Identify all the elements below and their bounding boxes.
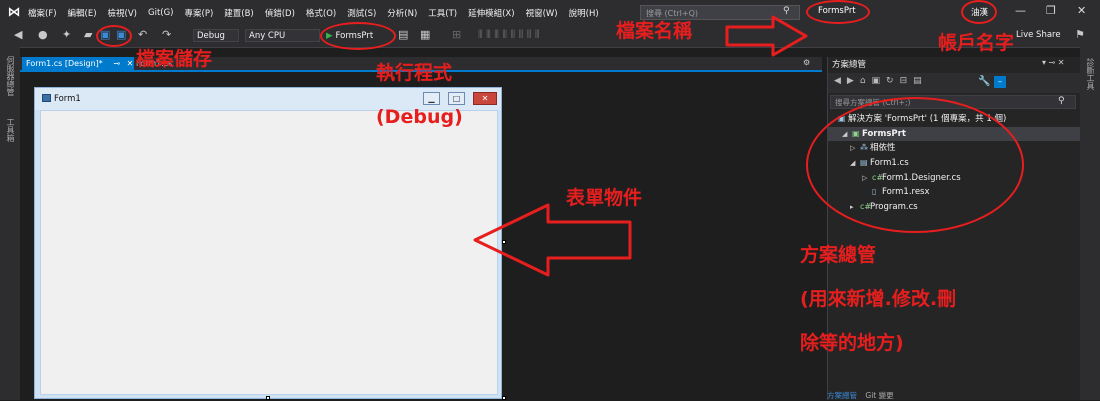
annotation-account: 帳戶名字 [938, 32, 1015, 54]
annotation-form-object: 表單物件 [566, 187, 643, 209]
arrow-to-form [473, 203, 632, 277]
annotation-explorer-desc2: 除等的地方) [800, 332, 904, 354]
annotation-filename: 檔案名稱 [616, 20, 693, 42]
annotation-explorer-title: 方案總管 [800, 244, 877, 266]
arrow-to-filename [725, 15, 808, 57]
annotation-explorer-desc1: (用來新增.修改.刪 [800, 288, 957, 310]
annotation-save: 檔案儲存 [136, 48, 213, 70]
annotation-run-mode: (Debug) [376, 106, 463, 128]
annotation-run-title: 執行程式 [376, 62, 453, 84]
